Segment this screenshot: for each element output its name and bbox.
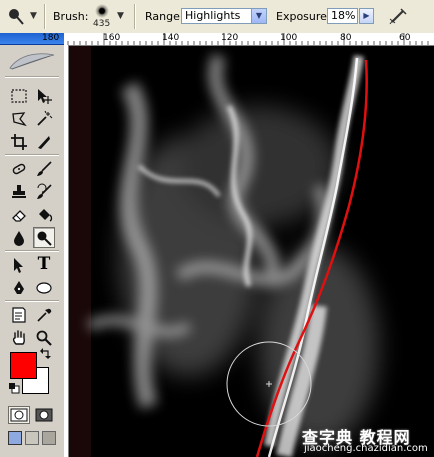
feather-logo-icon[interactable]	[6, 50, 58, 72]
paint-bucket-tool[interactable]	[33, 204, 55, 225]
tool-preset-chevron-down-icon[interactable]: ▼	[30, 11, 37, 21]
dodge-burn-tool-icon	[9, 9, 24, 25]
zoom-icon	[36, 330, 52, 346]
quick-mask-mode-button[interactable]	[33, 406, 55, 424]
default-colors-icon[interactable]	[8, 382, 20, 394]
rectangular-marquee-tool[interactable]	[8, 85, 30, 106]
swap-colors-icon[interactable]	[40, 348, 52, 360]
ruler-label: 80	[340, 33, 352, 43]
zoom-tool[interactable]	[33, 327, 55, 348]
path-selection-icon	[14, 257, 23, 273]
tool-preset-picker[interactable]	[6, 7, 26, 27]
ruler-label: 120	[221, 33, 239, 43]
crop-tool[interactable]	[8, 131, 30, 152]
exposure-slider-button[interactable]: ▶	[359, 8, 374, 24]
exposure-value: 18%	[331, 9, 356, 22]
blur-tool[interactable]	[8, 227, 30, 248]
eraser-icon	[12, 209, 26, 222]
toolbox-divider	[5, 300, 59, 301]
history-brush-icon	[37, 183, 52, 199]
magic-wand-tool[interactable]	[33, 108, 55, 129]
ruler-label: 60	[399, 33, 411, 43]
brush-tool[interactable]	[33, 158, 55, 179]
range-label: Range:	[145, 10, 184, 23]
eyedropper-tool[interactable]	[33, 304, 55, 325]
full-screen-menu-mode-icon[interactable]	[25, 431, 39, 445]
ruler-label: 100	[280, 33, 298, 43]
move-icon	[38, 88, 52, 104]
divider	[44, 4, 45, 29]
move-tool[interactable]	[33, 85, 55, 106]
eraser-tool[interactable]	[8, 204, 30, 225]
document-canvas[interactable]	[69, 46, 434, 457]
pen-icon	[14, 280, 24, 294]
eyedropper-icon	[37, 308, 52, 322]
dodge-burn-icon	[37, 231, 52, 246]
pen-tool[interactable]	[8, 277, 30, 298]
brush-label: Brush:	[53, 10, 89, 23]
brush-icon	[37, 160, 52, 176]
full-screen-mode-icon[interactable]	[42, 431, 56, 445]
blur-icon	[14, 230, 24, 246]
airbrush-button[interactable]	[386, 5, 410, 27]
clone-stamp-icon	[12, 184, 26, 198]
brush-size-value: 435	[93, 19, 111, 29]
toolbox: T	[0, 33, 65, 457]
healing-brush-icon	[12, 163, 26, 174]
notes-tool[interactable]	[8, 304, 30, 325]
exposure-input[interactable]: 18%	[327, 8, 358, 24]
range-select[interactable]: Highlights ▼	[181, 8, 267, 24]
notes-icon	[12, 306, 26, 323]
brush-picker-chevron-down-icon[interactable]: ▼	[117, 11, 124, 21]
divider	[134, 4, 135, 29]
range-chevron-down-icon[interactable]: ▼	[251, 9, 266, 23]
lasso-tool[interactable]	[8, 108, 30, 129]
dodge-burn-tool[interactable]	[33, 227, 55, 248]
ellipse-shape-tool[interactable]	[33, 277, 55, 298]
standard-mode-button[interactable]	[8, 406, 30, 424]
brush-preview-icon[interactable]	[95, 4, 109, 18]
toolbox-divider	[5, 250, 59, 251]
clone-stamp-tool[interactable]	[8, 181, 30, 202]
hand-icon	[12, 329, 25, 345]
horizontal-ruler: 180 160 140 120 100 80 60	[42, 33, 434, 46]
toolbox-divider	[5, 154, 59, 155]
exposure-label: Exposure:	[276, 10, 331, 23]
smoke-image	[69, 46, 434, 457]
paint-bucket-icon	[39, 208, 53, 222]
lasso-icon	[12, 111, 27, 126]
ellipse-shape-icon	[36, 281, 52, 294]
quick-mask-icon	[35, 408, 53, 422]
magic-wand-icon	[37, 110, 53, 126]
foreground-color-swatch-top[interactable]	[10, 352, 37, 379]
ruler-label: 180	[42, 33, 60, 43]
toolbox-divider	[5, 76, 59, 77]
slice-tool[interactable]	[33, 131, 55, 152]
range-select-value: Highlights	[185, 9, 241, 22]
hand-tool[interactable]	[8, 327, 30, 348]
rectangular-marquee-icon	[11, 88, 27, 103]
history-brush-tool[interactable]	[33, 181, 55, 202]
healing-brush-tool[interactable]	[8, 158, 30, 179]
type-tool[interactable]: T	[33, 254, 55, 275]
crop-icon	[11, 133, 27, 150]
path-selection-tool[interactable]	[8, 254, 30, 275]
ruler-label: 160	[103, 33, 121, 43]
ruler-label: 140	[162, 33, 180, 43]
slice-icon	[38, 135, 50, 149]
watermark-url: jiaocheng.chazidian.com	[304, 443, 428, 454]
type-icon: T	[37, 254, 51, 274]
standard-screen-mode-icon[interactable]	[8, 431, 22, 445]
tool-options-bar: ▼ Brush: 435 ▼ Range: Highlights ▼ Expos…	[0, 0, 434, 34]
airbrush-icon	[389, 8, 407, 25]
watermark: 查字典 教程网 jiaocheng.chazidian.com	[302, 424, 432, 456]
standard-mode-icon	[10, 408, 28, 422]
